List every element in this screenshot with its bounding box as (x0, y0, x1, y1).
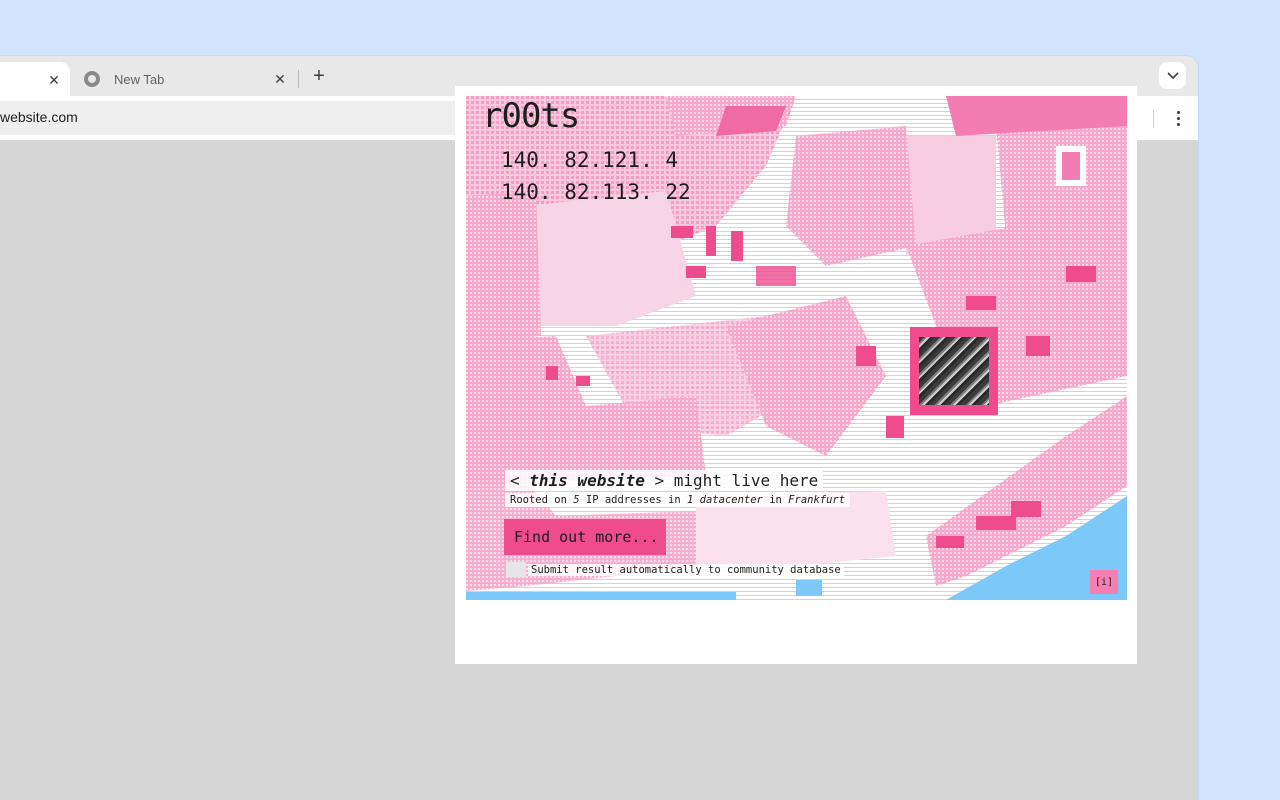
find-out-more-button[interactable]: Find out more... (504, 519, 666, 555)
submit-checkbox-label[interactable]: Submit result automatically to community… (528, 563, 844, 576)
tab-separator (298, 70, 299, 88)
satellite-image (919, 337, 989, 405)
extension-popup: r00ts 140. 82.121. 4 140. 82.113. 22 < t… (455, 86, 1137, 664)
tagline-suffix: > might live here (644, 471, 819, 490)
satellite-thumbnail[interactable] (910, 327, 998, 415)
tab-search-button[interactable] (1159, 62, 1186, 89)
chevron-down-icon (1166, 71, 1179, 79)
ip-address: 140. 82.121. 4 (501, 148, 679, 172)
ip-address: 140. 82.113. 22 (501, 180, 691, 204)
close-icon[interactable]: ✕ (270, 69, 290, 89)
summary-text: Rooted on (510, 494, 574, 506)
brand-logo: r00ts (482, 96, 580, 136)
menu-icon[interactable] (1168, 108, 1188, 128)
url-text[interactable]: website.com (0, 109, 78, 125)
tagline-emphasis: this website (529, 471, 645, 490)
tagline-prefix: < (510, 471, 530, 490)
chrome-icon (84, 71, 100, 87)
city-name: Frankfurt (788, 494, 846, 506)
tab-label: New Tab (114, 71, 165, 87)
summary-text: IP addresses in (579, 494, 688, 506)
toolbar-separator (1153, 110, 1154, 128)
tagline: < this website > might live here (505, 470, 824, 491)
close-icon[interactable]: ✕ (44, 70, 64, 90)
datacenter-count: 1 datacenter (687, 494, 763, 506)
submit-checkbox[interactable] (506, 562, 526, 577)
tab-active[interactable]: ✕ (0, 62, 70, 96)
map-background: r00ts 140. 82.121. 4 140. 82.113. 22 < t… (466, 96, 1127, 600)
submit-checkbox-row[interactable]: Submit result automatically to community… (506, 562, 844, 577)
summary-line: Rooted on 5 IP addresses in 1 datacenter… (505, 493, 851, 507)
new-tab-button[interactable]: + (308, 65, 330, 87)
info-button[interactable]: [i] (1090, 570, 1118, 594)
tab-new-tab[interactable]: New Tab ✕ (78, 62, 296, 96)
summary-text: in (762, 494, 789, 506)
